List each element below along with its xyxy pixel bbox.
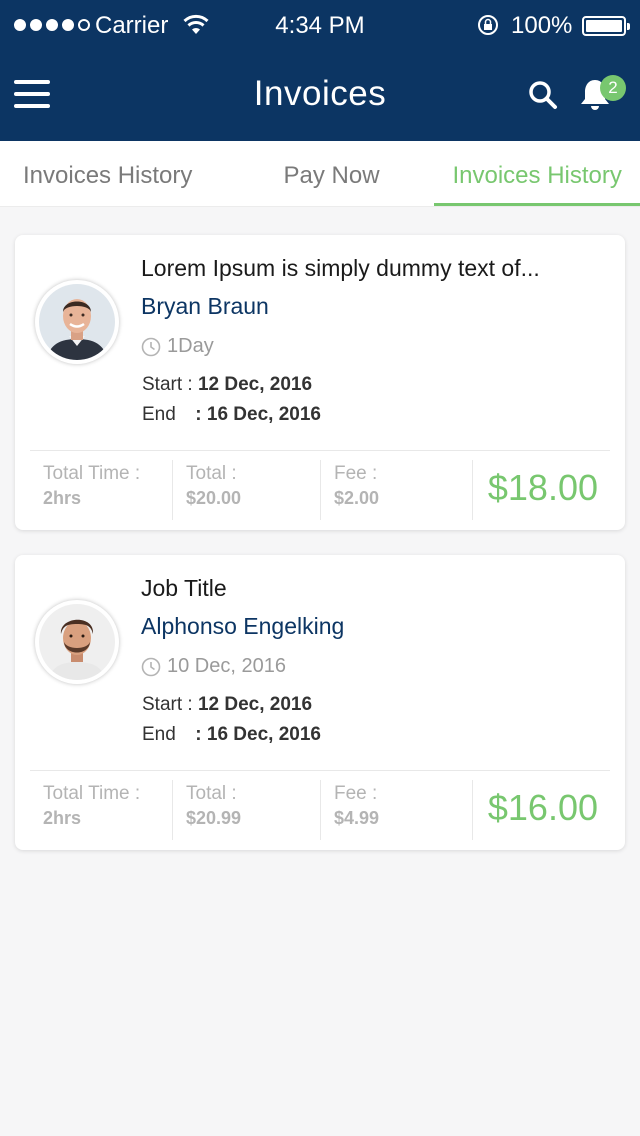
- duration-text: 1Day: [167, 335, 214, 357]
- search-icon[interactable]: [527, 79, 559, 111]
- total-value: $20.00: [186, 488, 242, 508]
- fee-stat: Fee : $4.99: [320, 780, 472, 840]
- battery-percentage: 100%: [511, 12, 573, 39]
- end-label: End: [142, 404, 176, 425]
- invoice-card[interactable]: Job Title Alphonso Engelking 10 Dec, 201…: [15, 555, 625, 850]
- invoice-card[interactable]: Lorem Ipsum is simply dummy text of... B…: [15, 235, 625, 530]
- fee-label: Fee :: [334, 463, 378, 484]
- tab-invoices-history-active[interactable]: Invoices History: [434, 141, 640, 206]
- app-header: Carrier 4:34 PM 100% Invoices 2: [0, 0, 640, 141]
- fee-value: $2.00: [334, 488, 380, 508]
- battery-icon: [582, 16, 630, 36]
- start-date: 12 Dec, 2016: [197, 694, 313, 715]
- total-time-label: Total Time :: [43, 463, 141, 484]
- start-date-row: Start : 12 Dec, 2016: [142, 374, 312, 396]
- client-name[interactable]: Alphonso Engelking: [141, 613, 344, 640]
- clock-icon: [141, 657, 161, 676]
- start-date: 12 Dec, 2016: [197, 374, 313, 395]
- end-date-row: End : 16 Dec, 2016: [142, 404, 321, 426]
- fee-label: Fee :: [334, 783, 378, 804]
- tab-invoices-history[interactable]: Invoices History: [0, 141, 229, 206]
- total-time-stat: Total Time : 2hrs: [30, 780, 172, 840]
- avatar: [35, 280, 119, 364]
- tab-bar: Invoices History Pay Now Invoices Histor…: [0, 141, 640, 207]
- job-title: Job Title: [141, 575, 227, 601]
- total-label: Total :: [186, 783, 237, 804]
- total-label: Total :: [186, 463, 237, 484]
- total-value: $20.99: [186, 808, 242, 828]
- end-date: : 16 Dec, 2016: [195, 724, 321, 745]
- tab-pay-now[interactable]: Pay Now: [229, 141, 435, 206]
- start-label: Start :: [142, 374, 193, 395]
- total-stat: Total : $20.00: [172, 460, 320, 520]
- date-info: 10 Dec, 2016: [141, 655, 286, 678]
- invoice-amount: $16.00: [472, 780, 610, 840]
- total-stat: Total : $20.99: [172, 780, 320, 840]
- divider: [30, 450, 610, 451]
- invoice-stats: Total Time : 2hrs Total : $20.99 Fee : $…: [30, 780, 610, 840]
- end-date: : 16 Dec, 2016: [195, 404, 321, 425]
- invoice-stats: Total Time : 2hrs Total : $20.00 Fee : $…: [30, 460, 610, 520]
- start-label: Start :: [142, 694, 193, 715]
- invoice-amount: $18.00: [472, 460, 610, 520]
- divider: [30, 770, 610, 771]
- fee-stat: Fee : $2.00: [320, 460, 472, 520]
- clock-icon: [141, 337, 161, 356]
- client-name[interactable]: Bryan Braun: [141, 293, 269, 320]
- total-time-stat: Total Time : 2hrs: [30, 460, 172, 520]
- start-date-row: Start : 12 Dec, 2016: [142, 694, 312, 716]
- end-label: End: [142, 724, 176, 745]
- total-time-value: 2hrs: [43, 488, 82, 508]
- rotation-lock-icon: [478, 15, 498, 35]
- total-time-value: 2hrs: [43, 808, 82, 828]
- date-text: 10 Dec, 2016: [167, 655, 286, 677]
- job-title: Lorem Ipsum is simply dummy text of...: [141, 255, 540, 281]
- avatar: [35, 600, 119, 684]
- fee-value: $4.99: [334, 808, 380, 828]
- duration-info: 1Day: [141, 335, 214, 358]
- status-bar: Carrier 4:34 PM 100%: [0, 0, 640, 52]
- total-time-label: Total Time :: [43, 783, 141, 804]
- notification-badge: 2: [600, 75, 626, 101]
- end-date-row: End : 16 Dec, 2016: [142, 724, 321, 746]
